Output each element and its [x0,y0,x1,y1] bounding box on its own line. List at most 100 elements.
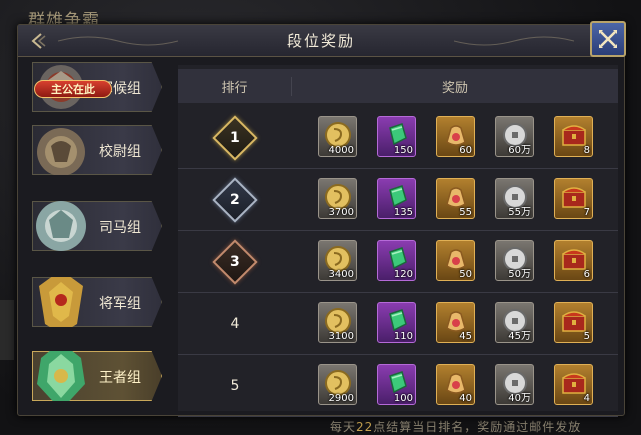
rank-number: 3 [230,254,240,270]
xiaowei-emblem-icon [37,128,85,175]
reward-item[interactable]: 110 [377,302,416,343]
reward-quantity: 40 [459,393,472,404]
dialog-title: 段位奖励 [286,32,355,50]
close-icon [599,30,617,48]
rank-medal-icon: 2 [212,177,258,223]
reward-item[interactable]: 50万 [495,240,534,281]
rank-cell: 3 [178,231,292,293]
reward-items: 3100 110 45 45万 5 [318,302,593,343]
sima-emblem-icon [36,201,86,251]
reward-quantity: 5 [583,331,590,342]
rank-cell: 2 [178,169,292,231]
reward-item[interactable]: 45 [436,302,475,343]
reward-quantity: 50 [459,269,472,280]
reward-item[interactable]: 135 [377,178,416,219]
reward-item[interactable]: 120 [377,240,416,281]
notice-prefix: 每天 [330,420,357,434]
reward-item[interactable]: 3400 [318,240,357,281]
rank-number: 5 [230,378,240,394]
reward-quantity: 3400 [328,269,354,280]
tab-label: 校尉组 [99,144,141,160]
rank-number: 2 [230,192,240,208]
tab-label: 将军组 [99,296,141,312]
reward-item[interactable]: 60万 [495,116,534,157]
rank-cell: 5 [178,355,292,417]
jiangjun-emblem-icon [39,277,83,327]
reward-quantity: 4000 [328,145,354,156]
reward-item[interactable]: 40 [436,364,475,405]
reward-item[interactable]: 55 [436,178,475,219]
reward-item[interactable]: 100 [377,364,416,405]
reward-items: 2900 100 40 40万 4 [318,364,593,405]
reward-quantity: 4 [583,393,590,404]
reward-quantity: 150 [393,145,413,156]
wangzhe-emblem-icon [37,351,85,401]
rank-header: 排行 [178,76,292,96]
rank-medal-icon: 3 [212,239,258,285]
lord-here-badge: 主公在此 [34,80,112,98]
reward-item[interactable]: 3100 [318,302,357,343]
reward-item[interactable]: 60 [436,116,475,157]
tab-jiangjun[interactable]: 将军组 [32,277,162,327]
reward-items: 3700 135 55 55万 7 [318,178,593,219]
ornament-right-icon [454,36,574,46]
notice-rest: 点结算当日排名，奖励通过邮件发放 [373,420,582,434]
reward-quantity: 45 [459,331,472,342]
reward-quantity: 8 [583,145,590,156]
table-header: 排行 奖励 [178,69,618,103]
reward-item[interactable]: 3700 [318,178,357,219]
table-row: 2 3700 135 55 55万 7 [178,169,618,231]
reward-item[interactable]: 50 [436,240,475,281]
reward-quantity: 60万 [508,145,531,156]
reward-quantity: 3700 [328,207,354,218]
tab-xiaowei[interactable]: 校尉组 [32,125,162,175]
rank-number: 1 [230,130,240,146]
notice-hour: 22 [356,420,374,434]
reward-item[interactable]: 55万 [495,178,534,219]
reward-item[interactable]: 45万 [495,302,534,343]
background-panel-edge [0,300,14,360]
reward-item[interactable]: 4000 [318,116,357,157]
reward-item[interactable]: 150 [377,116,416,157]
reward-item[interactable]: 4 [554,364,593,405]
reward-quantity: 55 [459,207,472,218]
settlement-notice: 每天22点结算当日排名，奖励通过邮件发放 [330,418,581,435]
table-row: 1 4000 150 60 60万 8 [178,107,618,169]
reward-quantity: 7 [583,207,590,218]
reward-quantity: 3100 [328,331,354,342]
reward-item[interactable]: 2900 [318,364,357,405]
reward-item[interactable]: 8 [554,116,593,157]
rank-medal-icon: 1 [212,115,258,161]
reward-items: 3400 120 50 50万 6 [318,240,593,281]
reward-quantity: 2900 [328,393,354,404]
reward-item[interactable]: 5 [554,302,593,343]
reward-item[interactable]: 7 [554,178,593,219]
tab-wangzhe[interactable]: 王者组 [32,351,162,401]
reward-quantity: 120 [393,269,413,280]
reward-quantity: 100 [393,393,413,404]
reward-quantity: 55万 [508,207,531,218]
reward-quantity: 40万 [508,393,531,404]
back-arrow-icon[interactable] [28,31,48,51]
reward-quantity: 110 [393,331,413,342]
rank-cell: 4 [178,293,292,355]
rank-cell: 1 [178,107,292,169]
tab-label: 司马组 [99,220,141,236]
reward-items: 4000 150 60 60万 8 [318,116,593,157]
tab-sima[interactable]: 司马组 [32,201,162,251]
reward-quantity: 45万 [508,331,531,342]
reward-quantity: 135 [393,207,413,218]
reward-item[interactable]: 40万 [495,364,534,405]
rank-number: 4 [230,316,240,332]
reward-quantity: 50万 [508,269,531,280]
table-row: 4 3100 110 45 45万 5 [178,293,618,355]
reward-table: 排行 奖励 1 4000 150 60 60万 8 2 3700 135 55 55万 7 3 3400 1… [178,65,618,417]
reward-item[interactable]: 6 [554,240,593,281]
table-row: 5 2900 100 40 40万 4 [178,355,618,417]
rank-reward-dialog: 段位奖励 军候组 主公在此 校尉组 司马组 将军组 王者组 排行 奖励 1 400… [17,21,626,417]
dialog-title-bar: 段位奖励 [18,21,626,57]
reward-quantity: 60 [459,145,472,156]
table-row: 3 3400 120 50 50万 6 [178,231,618,293]
reward-quantity: 6 [583,269,590,280]
close-button[interactable] [590,21,626,57]
